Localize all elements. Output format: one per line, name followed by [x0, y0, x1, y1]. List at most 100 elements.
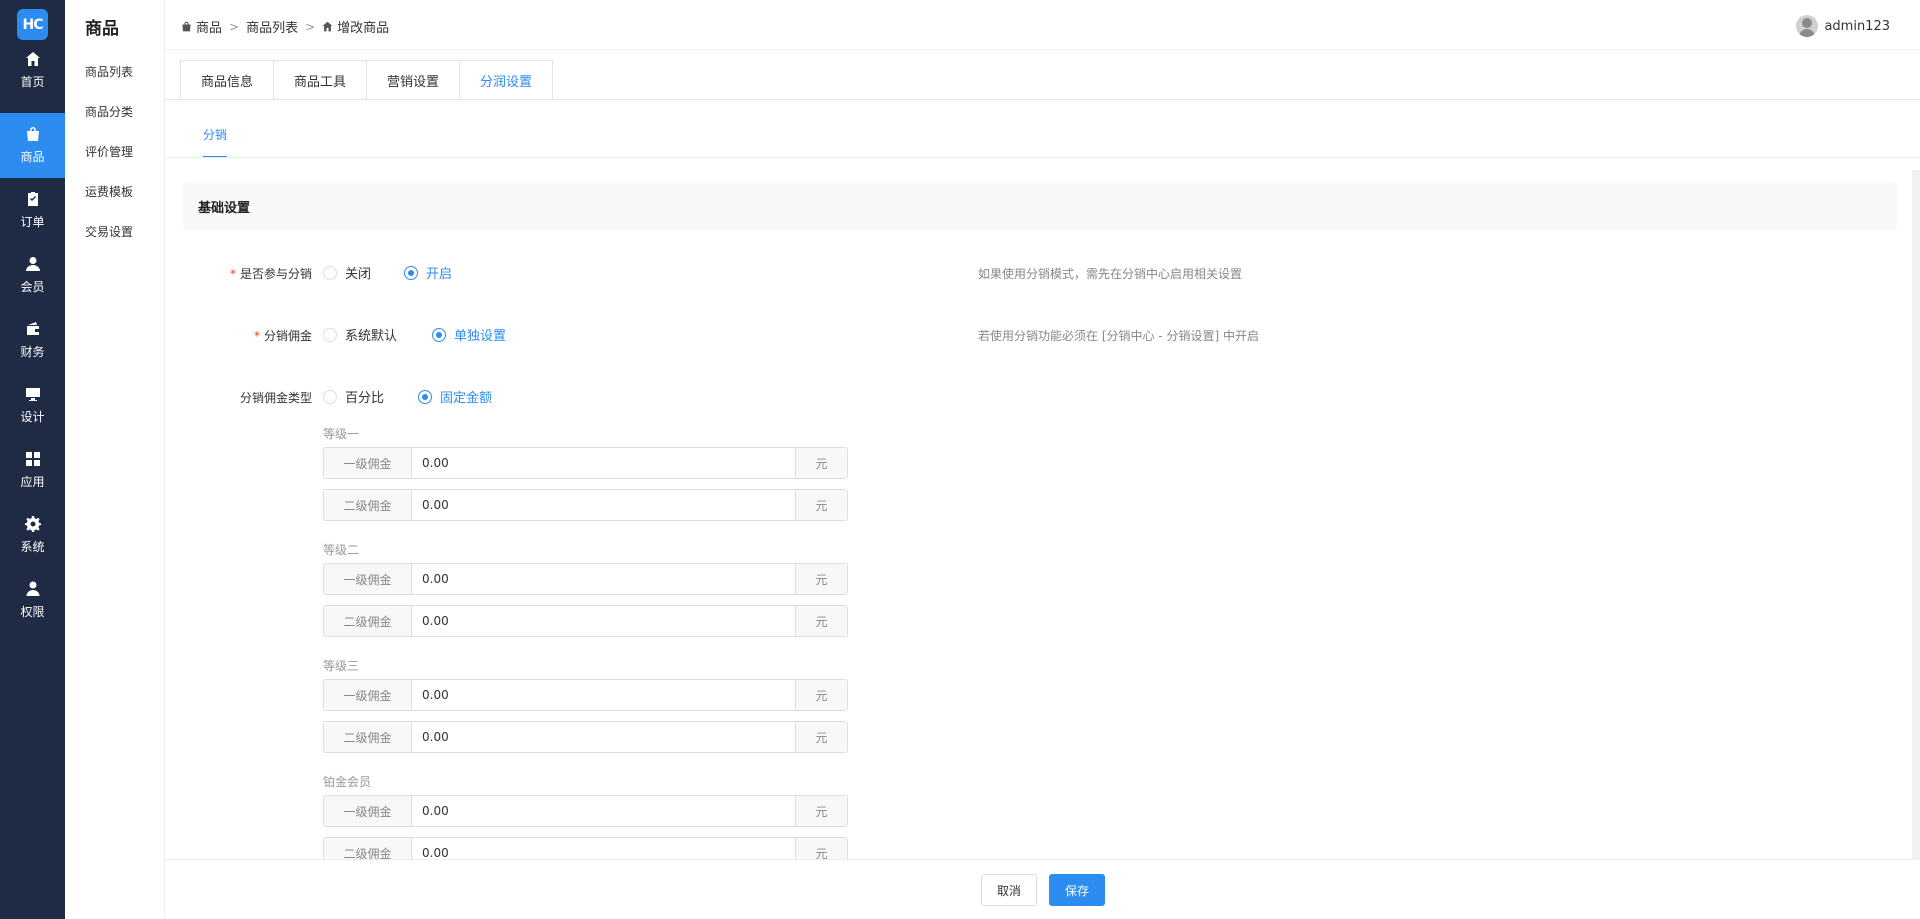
- breadcrumb-item-current: 增改商品: [337, 21, 390, 36]
- participate-label: * 是否参与分销: [229, 267, 312, 281]
- breadcrumb-item[interactable]: 商品: [196, 17, 222, 36]
- level-1-first-commission: 一级佣金 元: [323, 447, 848, 479]
- input-suffix: 元: [795, 448, 847, 478]
- user-name[interactable]: admin123: [1824, 19, 1890, 34]
- submenu-item-goods-category[interactable]: 商品分类: [85, 103, 133, 120]
- level-3-first-commission: 一级佣金 元: [323, 679, 848, 711]
- avatar[interactable]: [1796, 15, 1819, 37]
- submenu-title: 商品: [85, 19, 119, 39]
- nav-item-permissions[interactable]: 权限: [0, 568, 65, 633]
- logo[interactable]: HC: [17, 9, 48, 40]
- level-3-second-commission: 二级佣金 元: [323, 721, 848, 753]
- section-header: 基础设置: [183, 183, 1897, 230]
- input-suffix: 元: [795, 680, 847, 710]
- commission-input[interactable]: [412, 680, 795, 710]
- nav-item-orders[interactable]: 订单: [0, 178, 65, 243]
- tabs-divider: [165, 99, 1920, 100]
- user-icon: [25, 257, 40, 271]
- person-icon: [26, 581, 39, 596]
- submenu-item-shipping-template[interactable]: 运费模板: [85, 183, 133, 200]
- nav-label: 会员: [20, 280, 45, 294]
- breadcrumb: 商品 > 商品列表 > 增改商品: [181, 17, 389, 36]
- bag-icon: [26, 127, 39, 141]
- input-suffix: 元: [795, 564, 847, 594]
- nav-item-system[interactable]: 系统: [0, 503, 65, 568]
- level-name: 等级一: [323, 427, 360, 441]
- commission-input[interactable]: [412, 564, 795, 594]
- input-suffix: 元: [795, 796, 847, 826]
- input-prefix: 二级佣金: [324, 606, 412, 636]
- participate-off-radio[interactable]: 关闭: [323, 263, 371, 282]
- page-scrollbar[interactable]: [1912, 170, 1920, 860]
- wallet-icon: [26, 322, 39, 335]
- submenu-item-goods-list[interactable]: 商品列表: [85, 63, 133, 80]
- nav-label: 财务: [20, 345, 45, 359]
- nav-label: 系统: [20, 540, 45, 554]
- input-prefix: 一级佣金: [324, 796, 412, 826]
- commission-default-radio[interactable]: 系统默认: [323, 325, 397, 344]
- commission-input[interactable]: [412, 722, 795, 752]
- tab-goods-tools[interactable]: 商品工具: [273, 60, 367, 100]
- level-name: 铂金会员: [323, 775, 372, 789]
- tab-goods-info[interactable]: 商品信息: [180, 60, 274, 100]
- nav-label: 权限: [20, 605, 45, 619]
- commission-hint: 若使用分销功能必须在 [分销中心 - 分销设置] 中开启: [978, 329, 1259, 343]
- input-suffix: 元: [795, 722, 847, 752]
- commission-input[interactable]: [412, 606, 795, 636]
- radio-dot: [404, 265, 418, 280]
- nav-item-design[interactable]: 设计: [0, 373, 65, 438]
- commission-label: * 分销佣金: [253, 329, 312, 343]
- breadcrumb-item[interactable]: 商品列表: [246, 17, 298, 36]
- radio-dot: [418, 389, 432, 404]
- grid-icon: [25, 452, 40, 466]
- input-suffix: 元: [795, 606, 847, 636]
- required-mark: *: [229, 267, 236, 281]
- clipboard-icon: [27, 192, 38, 206]
- subtab-distribution[interactable]: 分销: [203, 126, 227, 143]
- nav-item-apps[interactable]: 应用: [0, 438, 65, 503]
- level-name: 等级三: [323, 659, 360, 673]
- top-header: 商品 > 商品列表 > 增改商品 admin123: [165, 0, 1920, 50]
- nav-item-home[interactable]: 首页: [0, 38, 65, 103]
- submenu-item-trade-settings[interactable]: 交易设置: [85, 223, 133, 240]
- level-4-first-commission: 一级佣金 元: [323, 795, 848, 827]
- main-nav: HC 首页 商品 订单 会员 财务 设计 应用 系统 权限: [0, 0, 65, 919]
- commission-type-fixed-radio[interactable]: 固定金额: [418, 387, 492, 406]
- radio-dot: [323, 389, 337, 404]
- nav-item-members[interactable]: 会员: [0, 243, 65, 308]
- commission-input[interactable]: [412, 490, 795, 520]
- commission-custom-radio[interactable]: 单独设置: [432, 325, 506, 344]
- submenu-item-reviews[interactable]: 评价管理: [85, 143, 133, 160]
- footer-bar: 取消 保存: [165, 859, 1920, 919]
- input-prefix: 二级佣金: [324, 490, 412, 520]
- tab-marketing[interactable]: 营销设置: [366, 60, 460, 100]
- home-icon: [322, 21, 333, 32]
- input-prefix: 二级佣金: [324, 722, 412, 752]
- level-name: 等级二: [323, 543, 360, 557]
- level-1-second-commission: 二级佣金 元: [323, 489, 848, 521]
- nav-label: 首页: [20, 75, 45, 89]
- nav-label: 订单: [20, 215, 45, 229]
- nav-item-goods[interactable]: 商品: [0, 113, 65, 178]
- nav-item-finance[interactable]: 财务: [0, 308, 65, 373]
- gear-icon: [24, 516, 41, 532]
- monitor-icon: [25, 388, 40, 401]
- commission-input[interactable]: [412, 448, 795, 478]
- sub-menu: 商品 商品列表 商品分类 评价管理 运费模板 交易设置: [65, 0, 165, 919]
- home-icon: [25, 52, 40, 66]
- tab-profit-sharing[interactable]: 分润设置: [459, 60, 554, 100]
- commission-input[interactable]: [412, 796, 795, 826]
- participate-hint: 如果使用分销模式，需先在分销中心启用相关设置: [978, 267, 1243, 281]
- radio-dot: [323, 327, 337, 342]
- save-button[interactable]: 保存: [1049, 874, 1105, 906]
- cancel-button[interactable]: 取消: [981, 874, 1037, 906]
- user-menu[interactable]: admin123: [1796, 15, 1890, 37]
- bag-icon: [182, 21, 191, 32]
- participate-on-radio[interactable]: 开启: [404, 263, 452, 282]
- nav-label: 商品: [20, 150, 45, 164]
- input-suffix: 元: [795, 490, 847, 520]
- level-2-first-commission: 一级佣金 元: [323, 563, 848, 595]
- radio-dot: [432, 327, 446, 342]
- commission-type-label: 分销佣金类型: [239, 391, 312, 405]
- commission-type-percent-radio[interactable]: 百分比: [323, 387, 384, 406]
